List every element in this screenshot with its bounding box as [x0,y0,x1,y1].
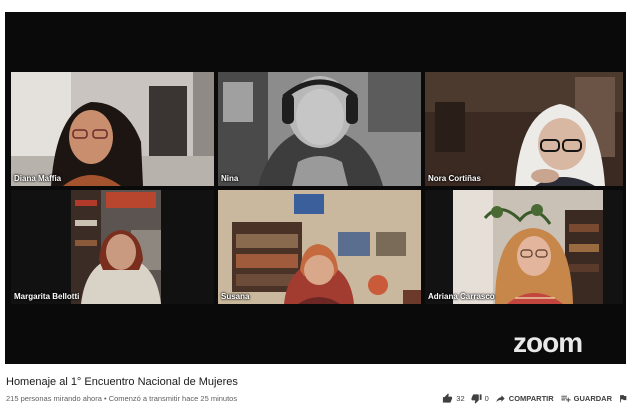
share-button[interactable]: COMPARTIR [495,393,554,404]
participant-tile-susana: Susana [218,190,421,304]
video-meta: 215 personas mirando ahora • Comenzó a t… [6,394,238,403]
zoom-logo: zoom [513,327,583,358]
video-player[interactable]: Diana Maffia Nina Nora Cortiñas Margarit… [0,0,634,367]
participant-video [218,190,421,304]
report-button[interactable] [618,393,628,404]
share-icon [495,393,506,404]
participant-tile-margarita-bellotti: Margarita Bellotti [11,190,214,304]
like-button[interactable]: 32 [442,393,465,404]
zoom-gallery-view[interactable]: Diana Maffia Nina Nora Cortiñas Margarit… [5,12,626,364]
video-actions: 32 0 COMPARTIR GUARDAR [442,393,628,404]
participant-tile-adriana-carrasco: Adriana Carrasco [425,190,623,304]
flag-icon [618,393,628,404]
participant-tile-diana-maffia: Diana Maffia [11,72,214,186]
thumbs-up-icon [442,393,453,404]
participant-video [425,72,623,186]
save-button[interactable]: GUARDAR [560,393,612,404]
participant-tile-nina: Nina [218,72,421,186]
participant-name: Margarita Bellotti [14,292,80,301]
share-label: COMPARTIR [508,394,554,403]
save-playlist-icon [560,393,571,404]
participant-video [11,72,214,186]
participant-name: Nora Cortiñas [428,174,481,183]
participant-name: Nina [221,174,239,183]
participant-video [11,190,214,304]
participant-name: Susana [221,292,250,301]
like-count: 32 [456,394,465,403]
participant-name: Diana Maffia [14,174,62,183]
participant-video [218,72,421,186]
save-label: GUARDAR [573,394,612,403]
participant-name: Adriana Carrasco [428,292,495,301]
dislike-count: 0 [484,394,489,403]
thumbs-down-icon [471,393,482,404]
dislike-button[interactable]: 0 [471,393,489,404]
participant-tile-nora-cortinas: Nora Cortiñas [425,72,623,186]
participant-video [425,190,623,304]
video-title: Homenaje al 1° Encuentro Nacional de Muj… [6,376,238,388]
